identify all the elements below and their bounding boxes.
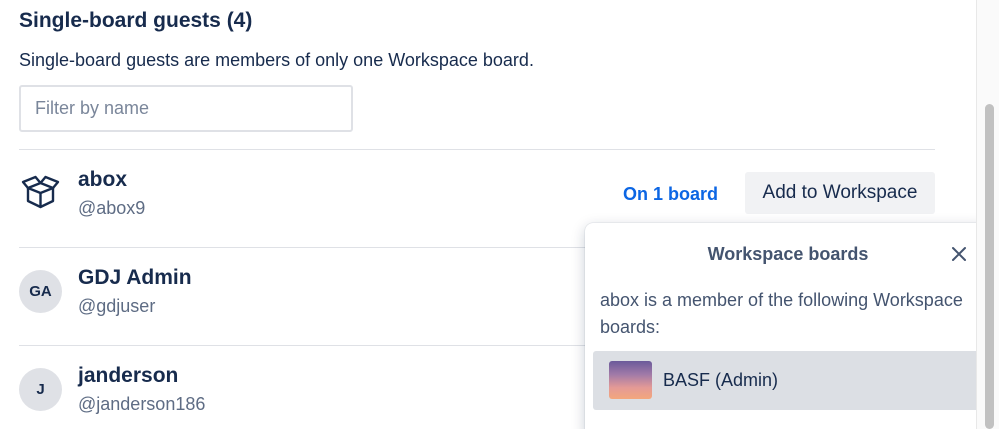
member-name: janderson bbox=[78, 364, 179, 387]
box-icon bbox=[21, 175, 60, 209]
member-handle: @janderson186 bbox=[78, 394, 206, 414]
popover-title: Workspace boards bbox=[707, 244, 869, 264]
section-title: Single-board guests (4) bbox=[19, 9, 253, 32]
avatar: GA bbox=[19, 270, 62, 313]
section-description: Single-board guests are members of only … bbox=[19, 50, 534, 70]
scrollbar[interactable] bbox=[976, 0, 999, 429]
board-name: BASF (Admin) bbox=[663, 370, 779, 390]
workspace-boards-popover: Workspace boards abox is a member of the… bbox=[585, 223, 991, 429]
member-handle: @abox9 bbox=[78, 198, 146, 218]
boards-count-link[interactable]: On 1 board bbox=[623, 184, 718, 205]
add-to-workspace-button[interactable]: Add to Workspace bbox=[745, 172, 935, 214]
member-name: abox bbox=[78, 168, 128, 191]
board-thumbnail bbox=[609, 361, 652, 399]
popover-text: abox is a member of the following Worksp… bbox=[600, 290, 963, 337]
avatar: J bbox=[19, 368, 62, 411]
scrollbar-thumb[interactable] bbox=[985, 104, 994, 429]
member-name: GDJ Admin bbox=[78, 266, 192, 289]
filter-by-name-input[interactable] bbox=[19, 85, 353, 132]
board-item-basf[interactable]: BASF (Admin) bbox=[593, 351, 982, 410]
avatar bbox=[19, 170, 62, 213]
close-icon[interactable] bbox=[949, 244, 969, 264]
member-handle: @gdjuser bbox=[78, 296, 156, 316]
page: Single-board guests (4) Single-board gue… bbox=[0, 0, 999, 429]
